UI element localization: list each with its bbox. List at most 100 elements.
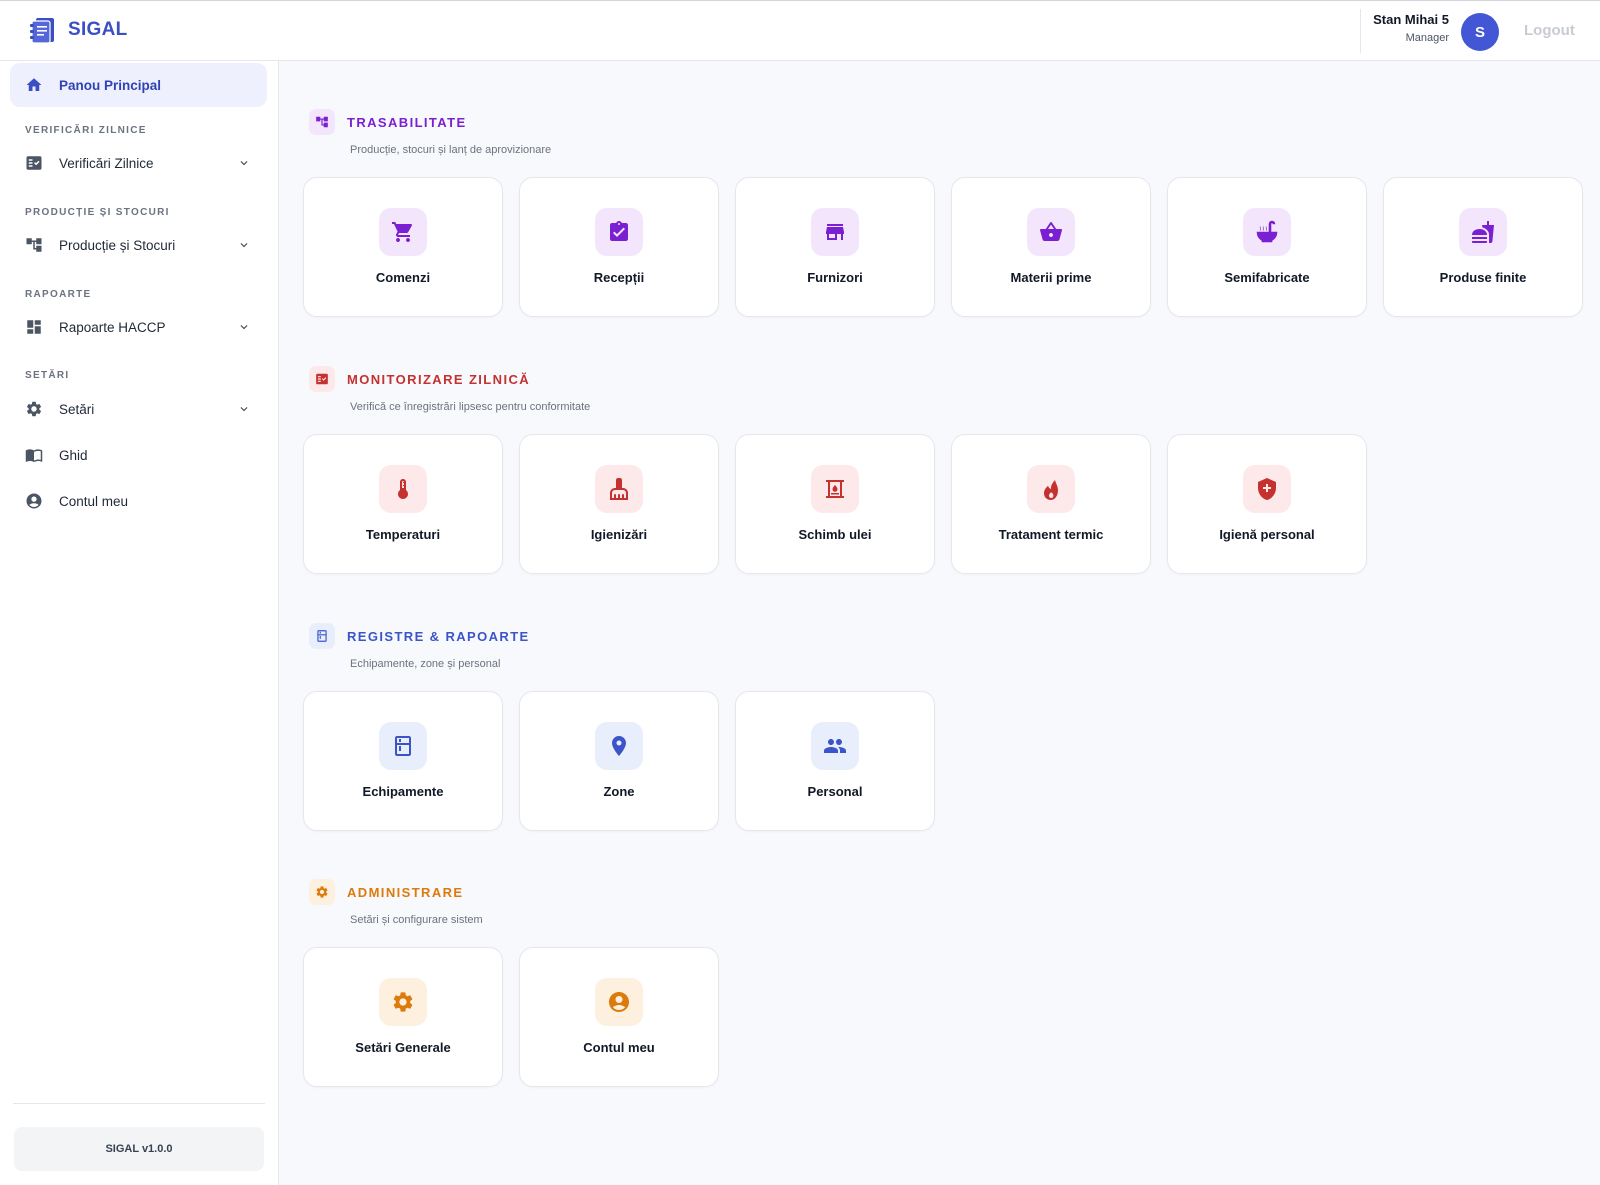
section-title: REGISTRE & RAPOARTE [347,628,530,644]
card-schimb-ulei[interactable]: Schimb ulei [735,434,935,574]
card-label: Igienizări [590,527,648,542]
card-label: Comenzi [375,270,431,285]
fridge-icon [379,722,427,770]
card-label: Semifabricate [1224,270,1310,285]
sidebar-section-title: SETĂRI [25,370,70,381]
card-echipamente[interactable]: Echipamente [303,691,503,831]
section-title: ADMINISTRARE [347,884,464,900]
fastfood-icon [1459,208,1507,256]
card-zone[interactable]: Zone [519,691,719,831]
sidebar-item-label: Verificări Zilnice [59,155,154,171]
chevron-down-icon[interactable] [237,238,251,252]
sidebar-section-title: RAPOARTE [25,289,92,300]
card-label: Zone [603,784,635,799]
section-administrare-header: ADMINISTRARE [309,879,463,905]
gear-icon [309,879,335,905]
thermometer-icon [379,465,427,513]
sidebar-item-label: Panou Principal [59,77,162,93]
card-label: Recepții [593,270,645,285]
header-divider [1360,9,1361,53]
section-title: MONITORIZARE ZILNICĂ [347,371,531,387]
card-label: Schimb ulei [798,527,872,542]
soup-icon [1243,208,1291,256]
sidebar-item-contul-meu[interactable]: Contul meu [10,481,267,521]
card-temperaturi[interactable]: Temperaturi [303,434,503,574]
card-comenzi[interactable]: Comenzi [303,177,503,317]
sidebar-item-label: Rapoarte HACCP [59,319,166,335]
sidebar-item-label: Producție și Stocuri [59,237,176,253]
card-semifabricate[interactable]: Semifabricate [1167,177,1367,317]
sidebar-item-productie-stocuri[interactable]: Producție și Stocuri [10,225,267,265]
fire-icon [1027,465,1075,513]
home-icon [25,76,43,94]
gear-icon [379,978,427,1026]
card-label: Personal [807,784,863,799]
account-tree-icon [25,236,43,254]
store-icon [811,208,859,256]
card-label: Igienă personal [1219,527,1315,542]
sidebar-section-title: VERIFICĂRI ZILNICE [25,125,147,136]
section-trasabilitate-header: TRASABILITATE [309,109,467,135]
section-subtitle: Setări și configurare sistem [350,914,483,926]
card-tratament-termic[interactable]: Tratament termic [951,434,1151,574]
section-subtitle: Producție, stocuri și lanț de aprovizion… [350,144,552,156]
basket-icon [1027,208,1075,256]
card-personal[interactable]: Personal [735,691,935,831]
cart-icon [379,208,427,256]
card-igiena-personal[interactable]: Igienă personal [1167,434,1367,574]
section-subtitle: Verifică ce înregistrări lipsesc pentru … [350,401,591,413]
sidebar-item-setari[interactable]: Setări [10,389,267,429]
card-furnizori[interactable]: Furnizori [735,177,935,317]
version-badge: SIGAL v1.0.0 [14,1127,264,1171]
card-label: Furnizori [807,270,863,285]
card-label: Tratament termic [998,527,1104,542]
section-title: TRASABILITATE [347,114,467,130]
chevron-down-icon[interactable] [237,402,251,416]
card-igienizari[interactable]: Igienizări [519,434,719,574]
fact-check-icon [25,154,43,172]
logo-icon [28,15,58,45]
user-info: Stan Mihai 5 Manager [1373,12,1449,44]
sidebar-item-label: Contul meu [59,493,129,509]
people-icon [811,722,859,770]
chevron-down-icon[interactable] [237,156,251,170]
fact-check-icon [309,366,335,392]
card-produse-finite[interactable]: Produse finite [1383,177,1583,317]
location-pin-icon [595,722,643,770]
sidebar-item-verificari-zilnice[interactable]: Verificări Zilnice [10,143,267,183]
account-circle-icon [25,492,43,510]
card-materii-prime[interactable]: Materii prime [951,177,1151,317]
dashboard-icon [25,318,43,336]
avatar[interactable]: S [1461,13,1499,51]
sidebar-item-label: Setări [59,401,95,417]
clipboard-check-icon [595,208,643,256]
fridge-icon [309,623,335,649]
sidebar-item-panou-principal[interactable]: Panou Principal [10,63,267,107]
account-circle-icon [595,978,643,1026]
section-monitorizare-header: MONITORIZARE ZILNICĂ [309,366,530,392]
card-label: Produse finite [1439,270,1527,285]
card-receptii[interactable]: Recepții [519,177,719,317]
card-label: Echipamente [362,784,444,799]
user-name: Stan Mihai 5 [1373,12,1449,27]
card-label: Temperaturi [365,527,441,542]
logout-button[interactable]: Logout [1524,22,1575,39]
card-contul-meu[interactable]: Contul meu [519,947,719,1087]
card-label: Setări Generale [355,1040,451,1055]
sidebar-item-ghid[interactable]: Ghid [10,435,267,475]
top-header: SIGAL Stan Mihai 5 Manager S Logout [0,0,1600,61]
book-icon [25,446,43,464]
brand-name: SIGAL [68,19,128,40]
sidebar-section-title: PRODUCȚIE ȘI STOCURI [25,207,170,218]
health-shield-icon [1243,465,1291,513]
brush-icon [595,465,643,513]
sidebar-divider [13,1103,265,1104]
section-subtitle: Echipamente, zone și personal [350,658,501,670]
brand[interactable]: SIGAL [28,15,128,45]
sidebar-item-rapoarte-haccp[interactable]: Rapoarte HACCP [10,307,267,347]
chevron-down-icon[interactable] [237,320,251,334]
sidebar-item-label: Ghid [59,447,88,463]
section-registre-header: REGISTRE & RAPOARTE [309,623,530,649]
account-tree-icon [309,109,335,135]
card-setari-generale[interactable]: Setări Generale [303,947,503,1087]
